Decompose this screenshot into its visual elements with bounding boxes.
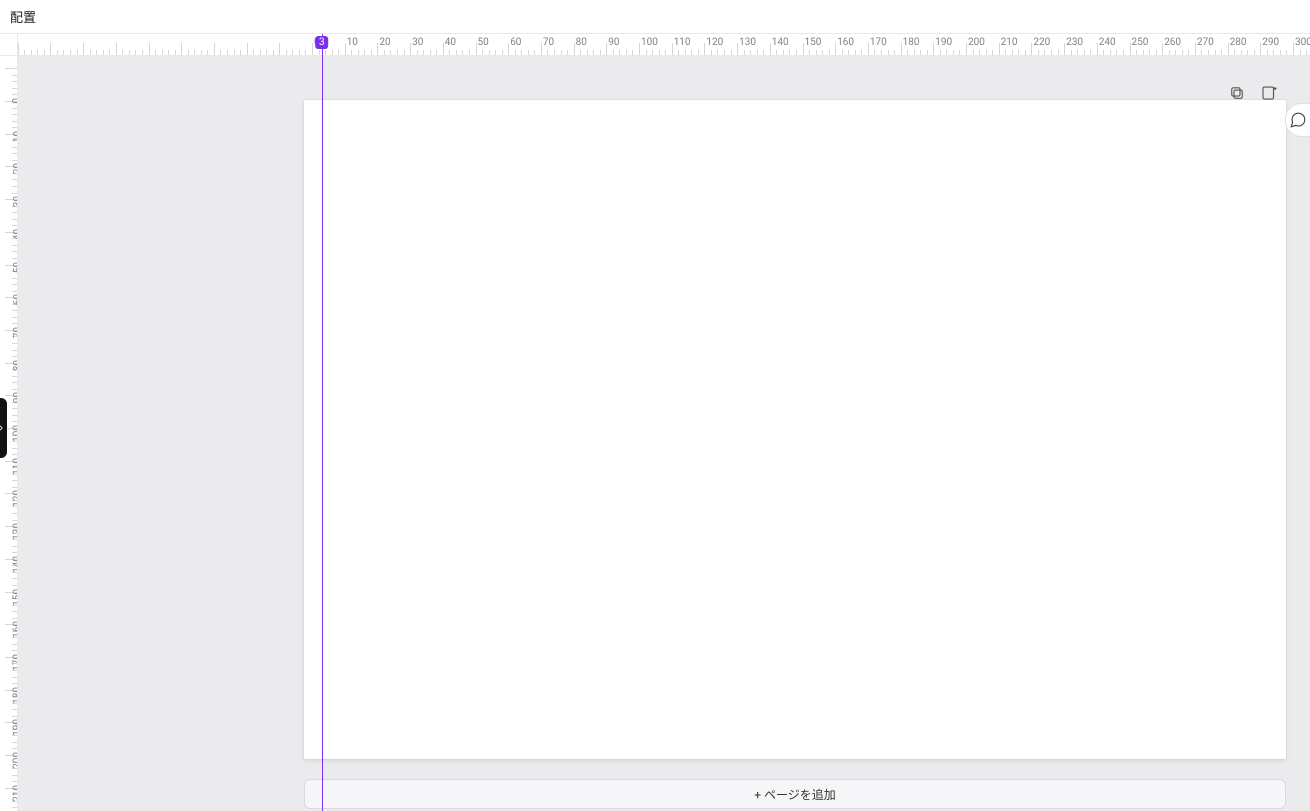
h-ruler-label: 270 [1197, 37, 1214, 48]
h-ruler-label: 130 [739, 37, 756, 48]
ruler-corner [0, 34, 18, 56]
h-ruler-label: 10 [347, 37, 358, 48]
h-ruler-label: 230 [1066, 37, 1083, 48]
duplicate-icon [1228, 84, 1246, 102]
add-page-label: + ページを追加 [754, 786, 836, 803]
h-ruler-label: 260 [1164, 37, 1181, 48]
guide-value-badge: 3 [315, 36, 329, 49]
v-ruler-label: 170 [12, 654, 18, 671]
v-ruler-label: 190 [12, 719, 18, 736]
h-ruler-label: 240 [1099, 37, 1116, 48]
canvas-area[interactable] [18, 56, 1310, 811]
v-ruler-label: 60 [12, 294, 18, 305]
comments-toggle[interactable] [1285, 103, 1310, 137]
h-ruler-label: 170 [870, 37, 887, 48]
v-ruler-label: 80 [12, 360, 18, 371]
h-ruler-label: 60 [510, 37, 521, 48]
h-ruler-label: 300 [1295, 37, 1310, 48]
v-ruler-label: 30 [12, 196, 18, 207]
chevron-right-icon [0, 423, 6, 433]
new-page-button[interactable] [1258, 82, 1280, 104]
h-ruler-label: 280 [1230, 37, 1247, 48]
add-page-icon [1260, 84, 1278, 102]
v-ruler-label: 140 [12, 556, 18, 573]
h-ruler-label: 80 [576, 37, 587, 48]
v-ruler-label: 40 [12, 229, 18, 240]
h-ruler-label: 190 [935, 37, 952, 48]
h-ruler-label: 220 [1033, 37, 1050, 48]
h-ruler-label: 140 [772, 37, 789, 48]
h-ruler-label: 120 [706, 37, 723, 48]
h-ruler-label: 20 [379, 37, 390, 48]
v-ruler-label: 160 [12, 621, 18, 638]
v-ruler-label: 90 [12, 392, 18, 403]
h-ruler-label: 90 [608, 37, 619, 48]
comment-icon [1289, 111, 1307, 129]
design-page[interactable] [304, 100, 1286, 759]
h-ruler-label: 210 [1001, 37, 1018, 48]
v-ruler-label: 130 [12, 523, 18, 540]
h-ruler-label: 200 [968, 37, 985, 48]
add-page-button[interactable]: + ページを追加 [304, 779, 1286, 809]
v-ruler-label: 200 [12, 752, 18, 769]
v-ruler-label: 10 [12, 131, 18, 142]
h-ruler-label: 160 [837, 37, 854, 48]
v-ruler-label: 150 [12, 589, 18, 606]
top-bar: 配置 [0, 0, 1310, 34]
horizontal-ruler[interactable]: 0102030405060708090100110120130140150160… [18, 34, 1310, 56]
page-toolbar [1226, 82, 1280, 104]
v-ruler-label: 50 [12, 262, 18, 273]
v-ruler-label: 120 [12, 490, 18, 507]
h-ruler-label: 110 [674, 37, 691, 48]
v-ruler-label: 180 [12, 687, 18, 704]
side-panel-toggle[interactable] [0, 398, 7, 458]
h-ruler-label: 150 [805, 37, 822, 48]
h-ruler-label: 70 [543, 37, 554, 48]
v-ruler-label: 70 [12, 327, 18, 338]
v-ruler-label: 210 [12, 785, 18, 802]
h-ruler-label: 180 [903, 37, 920, 48]
h-ruler-label: 30 [412, 37, 423, 48]
v-ruler-label: 20 [12, 163, 18, 174]
duplicate-page-button[interactable] [1226, 82, 1248, 104]
page-title: 配置 [10, 7, 36, 26]
v-ruler-label: 110 [12, 458, 18, 475]
h-ruler-label: 250 [1132, 37, 1149, 48]
h-ruler-label: 100 [641, 37, 658, 48]
h-ruler-label: 40 [445, 37, 456, 48]
v-ruler-label: 100 [12, 425, 18, 442]
h-ruler-label: 50 [478, 37, 489, 48]
v-ruler-label: 0 [12, 98, 18, 104]
h-ruler-label: 290 [1262, 37, 1279, 48]
